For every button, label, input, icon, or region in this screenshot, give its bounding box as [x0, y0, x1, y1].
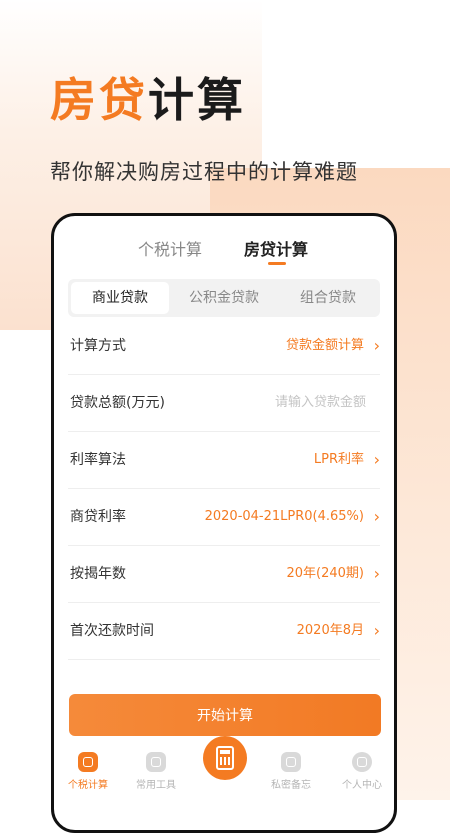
- chevron-right-icon: ›: [373, 450, 380, 469]
- tab-mortgage[interactable]: 房贷计算: [244, 236, 308, 260]
- row-value: 2020-04-21LPR0(4.65%): [204, 509, 364, 524]
- top-tabs: 个税计算 房贷计算: [54, 216, 394, 276]
- nav-tax-calc[interactable]: 个税计算: [58, 752, 118, 791]
- row-label: 计算方式: [70, 338, 126, 354]
- row-first-payment[interactable]: 首次还款时间 2020年8月 ›: [68, 603, 380, 660]
- nav-tools[interactable]: 常用工具: [126, 752, 186, 791]
- row-label: 按揭年数: [70, 566, 126, 582]
- segment-commercial-loan[interactable]: 商业贷款: [71, 282, 169, 314]
- phone-frame: 个税计算 房贷计算 商业贷款 公积金贷款 组合贷款 计算方式 贷款金额计算 › …: [51, 213, 397, 833]
- hero-subtitle: 帮你解决购房过程中的计算难题: [50, 160, 358, 184]
- row-years[interactable]: 按揭年数 20年(240期) ›: [68, 546, 380, 603]
- row-value: LPR利率: [313, 452, 364, 467]
- calculator-icon: [216, 746, 234, 770]
- chevron-right-icon: ›: [373, 507, 380, 526]
- chevron-right-icon: ›: [373, 564, 380, 583]
- nav-profile[interactable]: 个人中心: [332, 752, 392, 791]
- nav-label: 私密备忘: [271, 780, 311, 791]
- segment-combined-loan[interactable]: 组合贷款: [278, 282, 378, 314]
- nav-label: 个税计算: [68, 780, 108, 791]
- loan-form: 计算方式 贷款金额计算 › 贷款总额(万元) 请输入贷款金额 利率算法 LPR利…: [68, 318, 380, 660]
- start-calculate-button[interactable]: 开始计算: [69, 694, 381, 736]
- calculator-grid-icon: [78, 752, 98, 772]
- row-label: 贷款总额(万元): [70, 395, 165, 411]
- row-label: 商贷利率: [70, 509, 126, 525]
- bottom-nav: 个税计算 常用工具 私密备忘 个人中心: [54, 736, 394, 804]
- row-label: 首次还款时间: [70, 623, 154, 639]
- row-commercial-rate[interactable]: 商贷利率 2020-04-21LPR0(4.65%) ›: [68, 489, 380, 546]
- loan-amount-input[interactable]: 请输入贷款金额: [275, 375, 366, 431]
- row-calc-method[interactable]: 计算方式 贷款金额计算 ›: [68, 318, 380, 375]
- memo-icon: [281, 752, 301, 772]
- row-rate-method[interactable]: 利率算法 LPR利率 ›: [68, 432, 380, 489]
- row-loan-total[interactable]: 贷款总额(万元) 请输入贷款金额: [68, 375, 380, 432]
- active-tab-indicator: [268, 262, 286, 265]
- chevron-right-icon: ›: [373, 336, 380, 355]
- nav-memo[interactable]: 私密备忘: [261, 752, 321, 791]
- row-label: 利率算法: [70, 452, 126, 468]
- user-icon: [352, 752, 372, 772]
- row-value: 贷款金额计算: [285, 338, 364, 353]
- tools-grid-icon: [146, 752, 166, 772]
- hero-title: 房贷计算: [50, 70, 246, 130]
- loan-type-segment: 商业贷款 公积金贷款 组合贷款: [68, 279, 380, 317]
- hero-title-rest: 计算: [148, 73, 246, 127]
- chevron-right-icon: ›: [373, 621, 380, 640]
- hero-title-accent: 房贷: [50, 73, 148, 127]
- tab-tax[interactable]: 个税计算: [138, 236, 202, 260]
- row-value: 20年(240期): [286, 566, 365, 581]
- row-value: 2020年8月: [296, 623, 364, 638]
- segment-provident-fund-loan[interactable]: 公积金贷款: [174, 282, 274, 314]
- nav-label: 个人中心: [342, 780, 382, 791]
- center-calculator-button[interactable]: [203, 736, 247, 780]
- nav-label: 常用工具: [136, 780, 176, 791]
